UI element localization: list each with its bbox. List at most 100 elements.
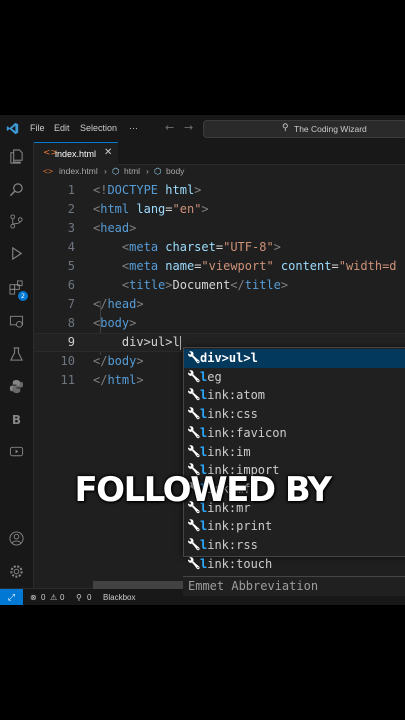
code-token: body (100, 316, 130, 330)
suggestion-detail-label: Emmet Abbreviation (188, 579, 319, 593)
suggestion-item[interactable]: 🔧 link:favicon (184, 424, 405, 443)
breadcrumb-body[interactable]: body (166, 166, 184, 176)
account-icon[interactable] (8, 531, 25, 548)
code-token: content (280, 259, 332, 273)
blackbox-icon[interactable]: B (8, 412, 25, 429)
code-token: = (215, 240, 224, 254)
code-line[interactable]: 4 <meta charset="UTF-8"> (34, 238, 405, 257)
code-text: <meta name="viewport" content="width=d (93, 257, 397, 276)
code-token: "en" (172, 202, 202, 216)
horizontal-scrollbar[interactable] (93, 581, 183, 589)
suggestion-item[interactable]: 🔧 link:im (184, 443, 405, 462)
menu-edit[interactable]: Edit (54, 123, 70, 133)
code-text: <body> (93, 314, 136, 333)
suggestion-label: link:im (200, 443, 251, 462)
suggestion-item[interactable]: 🔧 leg (184, 368, 405, 387)
suggestion-label: link:rss (200, 536, 258, 555)
suggestion-label: div>ul>l (200, 349, 258, 368)
settings-gear-icon[interactable] (8, 564, 25, 581)
code-line[interactable]: 8 <body> (34, 314, 405, 333)
breadcrumb-file[interactable]: index.html (59, 166, 98, 176)
warning-icon[interactable]: ⚠ (50, 593, 57, 602)
source-control-icon[interactable] (8, 214, 25, 231)
suggestion-label: link:css (200, 405, 258, 424)
html-file-icon: <> (43, 166, 53, 176)
title-bar: File Edit Selection ··· ← → ⚲ The Coding… (0, 115, 405, 142)
blackbox-status[interactable]: Blackbox (103, 593, 135, 602)
wrench-icon: 🔧 (187, 538, 201, 551)
suggestion-rest: ink:touch (207, 556, 273, 571)
code-token: > (136, 297, 144, 311)
ports-count[interactable]: 0 (87, 593, 91, 602)
code-line[interactable]: 6 <title>Document</title> (34, 276, 405, 295)
code-token: meta (129, 259, 159, 273)
code-token: </ (93, 354, 108, 368)
suggestion-item[interactable]: 🔧 link:rss (184, 536, 405, 555)
back-arrow-icon[interactable]: ← (165, 121, 174, 134)
line-number: 10 (60, 354, 75, 368)
remote-explorer-icon[interactable] (8, 314, 25, 331)
menu-file[interactable]: File (30, 123, 45, 133)
line-number: 9 (67, 335, 75, 349)
editor-tabs: <> index.html ✕ (34, 142, 405, 165)
code-line[interactable]: 5 <meta name="viewport" content="width=d (34, 257, 405, 276)
code-token: "width=d (338, 259, 397, 273)
code-line[interactable]: 1 <!DOCTYPE html> (34, 181, 405, 200)
code-token: > (129, 221, 137, 235)
code-token: > (273, 240, 281, 254)
close-icon[interactable]: ✕ (104, 147, 112, 158)
suggestion-rest: ink:print (207, 519, 273, 534)
suggestion-item[interactable]: 🔧 link:touch (184, 555, 405, 574)
command-center-search[interactable]: ⚲ The Coding Wizard (203, 120, 405, 138)
remote-indicator[interactable]: ⤢ (0, 589, 23, 605)
code-line[interactable]: 7 </head> (34, 295, 405, 314)
python-icon[interactable] (8, 379, 25, 396)
code-text: </head> (93, 295, 144, 314)
suggestion-label: link:favicon (200, 424, 287, 443)
code-token: > (136, 354, 144, 368)
suggestion-widget: 🔧 div>ul>l 🔧 leg 🔧 link:atom 🔧 link:css 🔧 link:fa… (183, 347, 405, 571)
wrench-icon: 🔧 (187, 556, 201, 570)
code-token: </ (93, 373, 108, 387)
suggestion-label: link:touch (200, 555, 272, 574)
run-debug-icon[interactable] (8, 246, 25, 263)
search-view-icon[interactable] (8, 182, 25, 199)
forward-arrow-icon[interactable]: → (184, 121, 193, 134)
vscode-logo-icon (6, 122, 19, 135)
code-token: = (331, 259, 339, 273)
menu-selection[interactable]: Selection (80, 123, 117, 133)
live-share-icon[interactable] (8, 444, 25, 461)
error-icon[interactable]: ⊗ (30, 593, 37, 602)
code-line[interactable]: 3 <head> (34, 219, 405, 238)
suggestion-rest: eg (207, 369, 222, 384)
suggestion-label: link:print (200, 517, 272, 536)
suggestion-rest: ink:rss (207, 538, 258, 552)
code-token: head (100, 221, 130, 235)
menu-more[interactable]: ··· (129, 123, 138, 133)
code-text: <meta charset="UTF-8"> (93, 238, 281, 257)
wrench-icon: 🔧 (187, 519, 201, 533)
tab-index-html[interactable]: <> index.html ✕ (34, 142, 118, 165)
element-icon: ⬡ (112, 166, 120, 176)
ports-icon[interactable]: ⚲ (76, 593, 82, 602)
suggestion-item[interactable]: 🔧 link:css (184, 405, 405, 424)
error-count[interactable]: 0 (41, 593, 45, 602)
code-line[interactable]: 2 <html lang="en"> (34, 200, 405, 219)
code-token: head (107, 297, 137, 311)
suggestion-item[interactable]: 🔧 link:print (184, 517, 405, 536)
suggestion-item[interactable]: 🔧 div>ul>l (184, 349, 405, 368)
element-icon: ⬡ (154, 166, 162, 176)
breadcrumb-html[interactable]: html (124, 166, 140, 176)
testing-icon[interactable] (8, 347, 25, 364)
tab-label: index.html (55, 149, 97, 159)
code-token: = (165, 202, 173, 216)
code-token: html (165, 183, 195, 197)
code-token: </ (93, 297, 108, 311)
code-token: name (165, 259, 195, 273)
code-token: > (165, 278, 173, 292)
suggestion-item[interactable]: 🔧 link:atom (184, 386, 405, 405)
explorer-icon[interactable] (8, 149, 25, 166)
warning-count[interactable]: 0 (60, 593, 64, 602)
code-token: body (107, 354, 137, 368)
